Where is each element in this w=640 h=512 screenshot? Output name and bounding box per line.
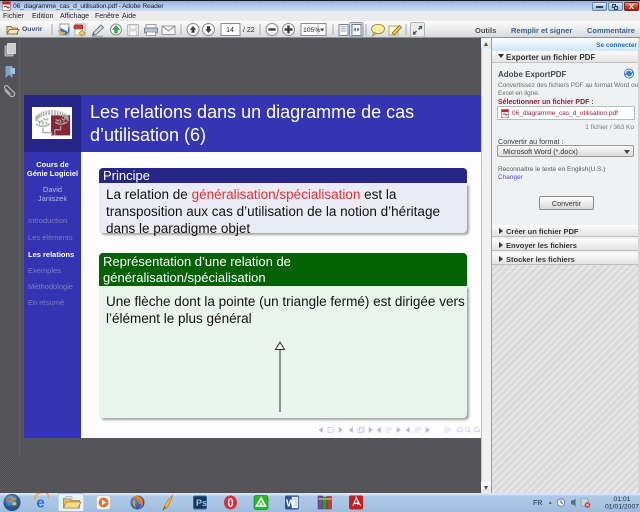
svg-text:01/01/2007: 01/01/2007 (605, 504, 639, 511)
svg-text:Ps: Ps (196, 498, 207, 508)
svg-text:14: 14 (226, 27, 234, 34)
svg-text:e: e (36, 495, 44, 512)
svg-text:/ 22: / 22 (243, 27, 255, 34)
svg-text:FR: FR (533, 500, 542, 507)
svg-text:W: W (286, 499, 296, 510)
svg-text:105%: 105% (303, 27, 320, 34)
svg-text:01:01: 01:01 (613, 496, 630, 503)
